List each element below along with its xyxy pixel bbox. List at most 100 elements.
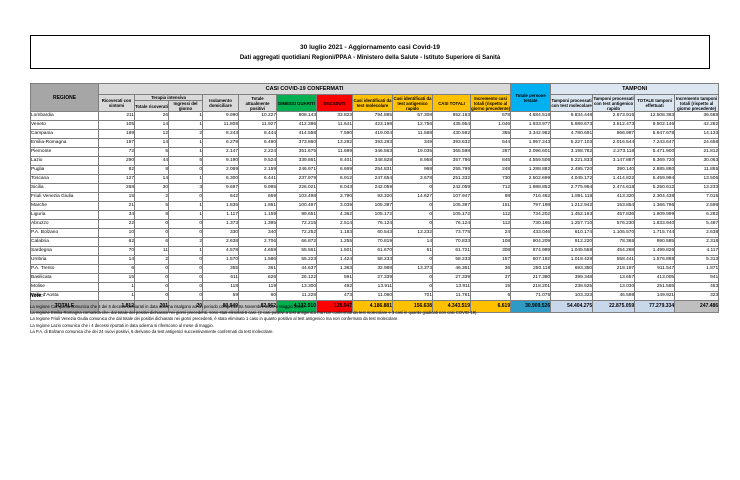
value-cell: 6.300	[202, 174, 239, 185]
value-cell: 189	[98, 129, 135, 140]
value-cell: 2.069	[202, 165, 239, 176]
value-cell: 6.669	[316, 165, 353, 176]
value-cell: 1.835	[202, 201, 239, 212]
value-cell: 1	[168, 147, 203, 158]
value-cell: 0	[392, 183, 433, 194]
region-cell: P.A. Bolzano	[30, 228, 99, 239]
value-cell: 72.215	[276, 219, 317, 230]
value-cell: 0	[168, 165, 203, 176]
value-cell: 11	[134, 246, 169, 257]
value-cell: 453	[674, 282, 720, 293]
value-cell: 330	[202, 228, 239, 239]
value-cell: 27.339	[432, 273, 471, 284]
value-cell: 197	[98, 138, 135, 149]
value-cell: 51	[392, 246, 433, 257]
value-cell: 12	[134, 129, 169, 140]
value-cell: 340	[238, 228, 277, 239]
value-cell: 70.833	[432, 237, 471, 248]
value-cell: 3.342.982	[510, 129, 552, 140]
value-cell: 1	[168, 210, 203, 221]
value-cell: 112	[469, 219, 512, 230]
value-cell: 26.122	[276, 273, 317, 284]
value-cell: 2.638	[674, 228, 720, 239]
value-cell: 0	[134, 282, 169, 293]
region-cell: P.A. Trento	[30, 264, 99, 275]
value-cell: 610.174	[550, 228, 594, 239]
value-cell: 58.233	[432, 255, 471, 266]
header-attualmente-positivi: Totale attualmente positivi	[238, 93, 277, 113]
value-cell: 66.872	[276, 237, 317, 248]
value-cell: 361	[238, 264, 277, 275]
value-cell: 0	[134, 219, 169, 230]
region-cell: Molise	[30, 282, 99, 293]
value-cell: 642	[202, 192, 239, 203]
value-cell: 6	[134, 237, 169, 248]
value-cell: 1.909.999	[634, 210, 676, 221]
value-cell: 911.547	[634, 264, 676, 275]
value-cell: 72.252	[276, 228, 317, 239]
value-cell: 15	[469, 282, 512, 293]
value-cell: 0	[134, 264, 169, 275]
value-cell: 2.016.544	[592, 138, 636, 149]
value-cell: 9.834.448	[550, 111, 594, 122]
value-cell: 412.386	[276, 120, 317, 131]
value-cell: 24	[469, 228, 512, 239]
value-cell: 8.243	[202, 129, 239, 140]
value-cell: 1.891.118	[550, 192, 594, 203]
value-cell: 24.658	[674, 138, 720, 149]
value-cell: 11.699	[316, 147, 353, 158]
header-ti-totale: Totale ricoverati	[134, 100, 169, 113]
value-cell: 30.063	[674, 156, 720, 167]
header-incremento-tamponi: Incremento tamponi totali (rispetto al g…	[674, 93, 720, 113]
value-cell: 357.786	[432, 156, 471, 167]
value-cell: 0	[392, 255, 433, 266]
value-cell: 1.288.882	[510, 165, 552, 176]
value-cell: 55.561	[276, 246, 317, 257]
report-title: 30 luglio 2021 - Aggiornamento casi Covi…	[300, 43, 440, 51]
value-cell: 348.828	[352, 156, 393, 167]
value-cell: 1.395	[238, 219, 277, 230]
value-cell: 1.366.796	[634, 201, 676, 212]
value-cell: 1.501	[316, 246, 353, 257]
value-cell: 70.819	[352, 237, 393, 248]
value-cell: 912.220	[550, 237, 594, 248]
value-cell: 1.586	[238, 255, 277, 266]
value-cell: 11.855	[674, 165, 720, 176]
value-cell: 941	[674, 273, 720, 284]
value-cell: 730	[469, 174, 512, 185]
header-ti-ingressi: Ingressi del giorno	[168, 100, 203, 113]
table-row: Umbria 14 2 0 1.570 1.586 55.223 1.424 58.233 0 58…	[30, 255, 720, 266]
value-cell: 61.670	[352, 246, 393, 257]
value-cell: 105.397	[352, 201, 393, 212]
value-cell: 3.039	[316, 201, 353, 212]
region-cell: Marche	[30, 201, 99, 212]
value-cell: 127	[98, 174, 135, 185]
value-cell: 251.555	[634, 282, 676, 293]
value-cell: 1	[168, 120, 203, 131]
region-cell: Lombardia	[30, 111, 99, 122]
value-cell: 1	[168, 111, 203, 122]
value-cell: 4.684.518	[510, 111, 552, 122]
table-row: P.A. Trento 6 0 0 355 361 44.637 1.363 32.988 13.…	[30, 264, 720, 275]
region-cell: Liguria	[30, 210, 99, 221]
value-cell: 108	[469, 237, 512, 248]
value-cell: 76.124	[352, 219, 393, 230]
table-body: Lombardia 211 26 1 9.990 10.227 808.143 33.823 7…	[30, 111, 720, 314]
value-cell: 413.320	[592, 192, 636, 203]
value-cell: 287	[469, 147, 512, 158]
value-cell: 1.363	[316, 264, 353, 275]
value-cell: 611	[202, 273, 239, 284]
value-cell: 9.190	[202, 156, 239, 167]
table-row: Campania 189 12 2 8.243 8.444 414.558 7.590 419.…	[30, 129, 720, 140]
value-cell: 242.059	[352, 183, 393, 194]
value-cell: 797.198	[510, 201, 552, 212]
value-cell: 365.598	[432, 147, 471, 158]
value-cell: 103.498	[276, 192, 317, 203]
value-cell: 576.230	[592, 219, 636, 230]
value-cell: 2.775.994	[550, 183, 594, 194]
value-cell: 2	[168, 237, 203, 248]
region-cell: Abruzzo	[30, 219, 99, 230]
value-cell: 393.632	[432, 138, 471, 149]
table-row: Emilia-Romagna 197 14 1 6.279 6.490 373.860 13.…	[30, 138, 720, 149]
value-cell: 9.502.146	[634, 120, 676, 131]
